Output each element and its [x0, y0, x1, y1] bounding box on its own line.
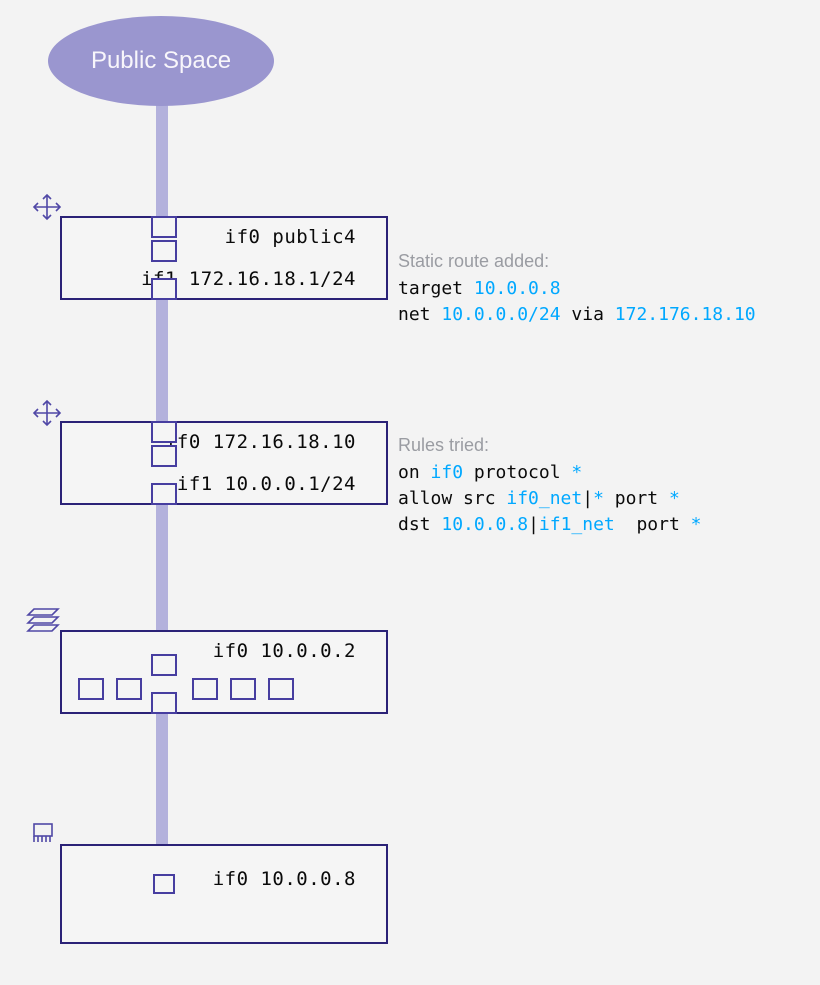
if0-label: if0 10.0.0.8 [213, 868, 356, 890]
rules-line-1: on if0 protocol * [398, 460, 808, 486]
switch-port [230, 678, 256, 700]
rules-line-3: dst 10.0.0.8|if1_net port * [398, 512, 808, 538]
diagram-canvas: Public Space if0 public4 if1 172.16.18.1… [0, 0, 820, 985]
if0-label: if0 public4 [225, 226, 356, 248]
host-port [153, 874, 175, 894]
if0-port [151, 216, 177, 238]
host-node: if0 10.0.0.8 [60, 844, 388, 944]
router-node-1: if0 public4 if1 172.16.18.1/24 [60, 216, 388, 300]
rules-line-2: allow src if0_net|* port * [398, 486, 808, 512]
annotation-header: Rules tried: [398, 432, 808, 458]
if1-port-b [151, 483, 177, 505]
if1-port-a [151, 240, 177, 262]
switch-icon [26, 603, 60, 633]
router-icon [30, 192, 64, 222]
static-route-annotation: Static route added: target 10.0.0.8 net … [398, 248, 808, 328]
if0-label: if0 10.0.0.2 [213, 640, 356, 662]
public-space-label: Public Space [91, 47, 231, 75]
host-icon [26, 818, 60, 848]
if1-label: if1 10.0.0.1/24 [177, 473, 356, 495]
annotation-header: Static route added: [398, 248, 808, 274]
switch-port [192, 678, 218, 700]
switch-port [116, 678, 142, 700]
switch-node: if0 10.0.0.2 [60, 630, 388, 714]
if0-label: if0 172.16.18.10 [165, 431, 356, 453]
if0-port [151, 421, 177, 443]
switch-port [78, 678, 104, 700]
public-space-cloud: Public Space [48, 16, 274, 106]
rules-annotation: Rules tried: on if0 protocol * allow src… [398, 432, 808, 538]
if1-port-b [151, 278, 177, 300]
if1-port-a [151, 445, 177, 467]
switch-port [151, 654, 177, 676]
switch-port [151, 692, 177, 714]
switch-port [268, 678, 294, 700]
route-line-1: target 10.0.0.8 [398, 276, 808, 302]
router-icon [30, 398, 64, 428]
router-node-2: if0 172.16.18.10 if1 10.0.0.1/24 [60, 421, 388, 505]
route-line-2: net 10.0.0.0/24 via 172.176.18.10 [398, 302, 808, 328]
